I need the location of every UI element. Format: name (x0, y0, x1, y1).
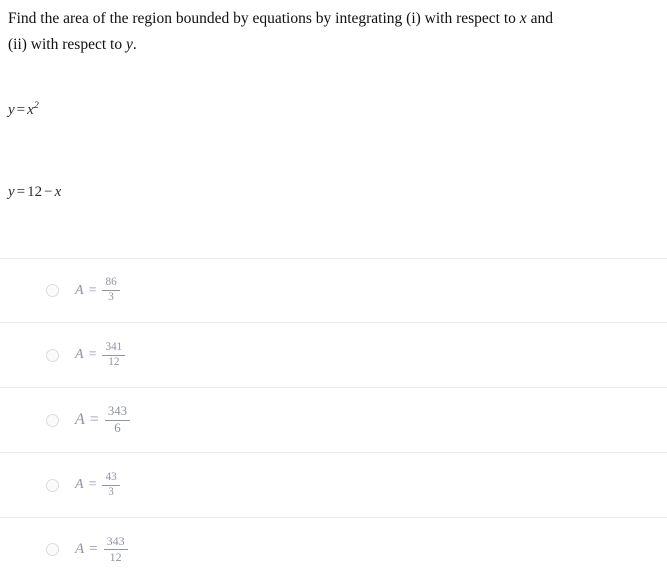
answer-variable: A (75, 541, 85, 557)
answer-fraction: 343 6 (104, 404, 131, 435)
prompt-line-2-part-2: . (132, 36, 137, 53)
answer-fraction: 43 3 (102, 470, 120, 499)
answer-fraction: 86 3 (102, 276, 120, 304)
fraction-denominator: 3 (102, 484, 120, 499)
equation-2-lhs: y (8, 184, 15, 200)
equation-2-rhs-number: 12 (27, 184, 43, 200)
equation-2-operator: = (16, 184, 26, 200)
answer-option-label: A = 341 12 (75, 340, 126, 369)
answer-equals-sign: = (88, 282, 97, 298)
fraction-denominator: 12 (102, 354, 126, 369)
answer-equals-sign: = (89, 541, 98, 557)
answer-option-label: A = 343 6 (75, 404, 131, 435)
radio-button-icon[interactable] (46, 348, 59, 362)
fraction-numerator: 43 (105, 470, 117, 483)
answer-option-row[interactable]: A = 343 12 (0, 517, 667, 581)
answer-variable: A (75, 477, 84, 492)
answer-option-row[interactable]: A = 343 6 (0, 387, 667, 452)
radio-button-icon[interactable] (46, 543, 59, 556)
answer-option-row[interactable]: A = 43 3 (0, 452, 667, 517)
answer-variable: A (75, 347, 84, 362)
answer-option-row[interactable]: A = 86 3 (0, 258, 667, 322)
answer-equals-sign: = (89, 411, 99, 428)
prompt-variable-y: y (125, 36, 133, 53)
equation-2-rhs-operator: − (44, 184, 53, 200)
equation-2: y = 12− x (8, 184, 61, 201)
fraction-denominator: 6 (104, 419, 131, 435)
fraction-numerator: 343 (106, 534, 125, 549)
prompt-line-1-part-2: and (526, 10, 553, 27)
answer-fraction: 343 12 (103, 534, 128, 564)
answer-variable: A (75, 282, 84, 298)
answer-equals-sign: = (88, 477, 97, 492)
fraction-numerator: 343 (107, 404, 128, 419)
radio-button-icon[interactable] (46, 478, 59, 492)
answer-options-list: A = 86 3 A = 341 12 A = 343 6 A = 43 3 A… (0, 258, 667, 581)
equation-1-lhs: y (8, 102, 15, 118)
prompt-line-2-part-1: (ii) with respect to (8, 36, 126, 53)
answer-variable: A (75, 411, 85, 428)
fraction-numerator: 86 (105, 276, 117, 289)
answer-fraction: 341 12 (102, 340, 126, 369)
answer-equals-sign: = (88, 347, 97, 362)
equation-1-base: x (27, 102, 34, 118)
answer-option-label: A = 43 3 (75, 470, 120, 499)
radio-button-icon[interactable] (46, 284, 59, 297)
fraction-denominator: 12 (103, 549, 128, 564)
answer-option-row[interactable]: A = 341 12 (0, 322, 667, 387)
question-prompt: Find the area of the region bounded by e… (8, 6, 663, 58)
equation-1-operator: = (16, 102, 26, 118)
equation-1: y = x2 (8, 100, 39, 119)
prompt-line-1-part-1: Find the area of the region bounded by e… (8, 10, 520, 27)
question-page: Find the area of the region bounded by e… (0, 0, 667, 581)
fraction-denominator: 3 (102, 290, 120, 304)
radio-button-icon[interactable] (46, 413, 59, 427)
equation-2-rhs-variable: x (54, 184, 62, 200)
prompt-variable-x: x (519, 10, 527, 27)
equation-1-exponent: 2 (33, 100, 39, 111)
fraction-numerator: 341 (105, 340, 123, 353)
answer-option-label: A = 86 3 (75, 276, 120, 304)
answer-option-label: A = 343 12 (75, 535, 128, 563)
